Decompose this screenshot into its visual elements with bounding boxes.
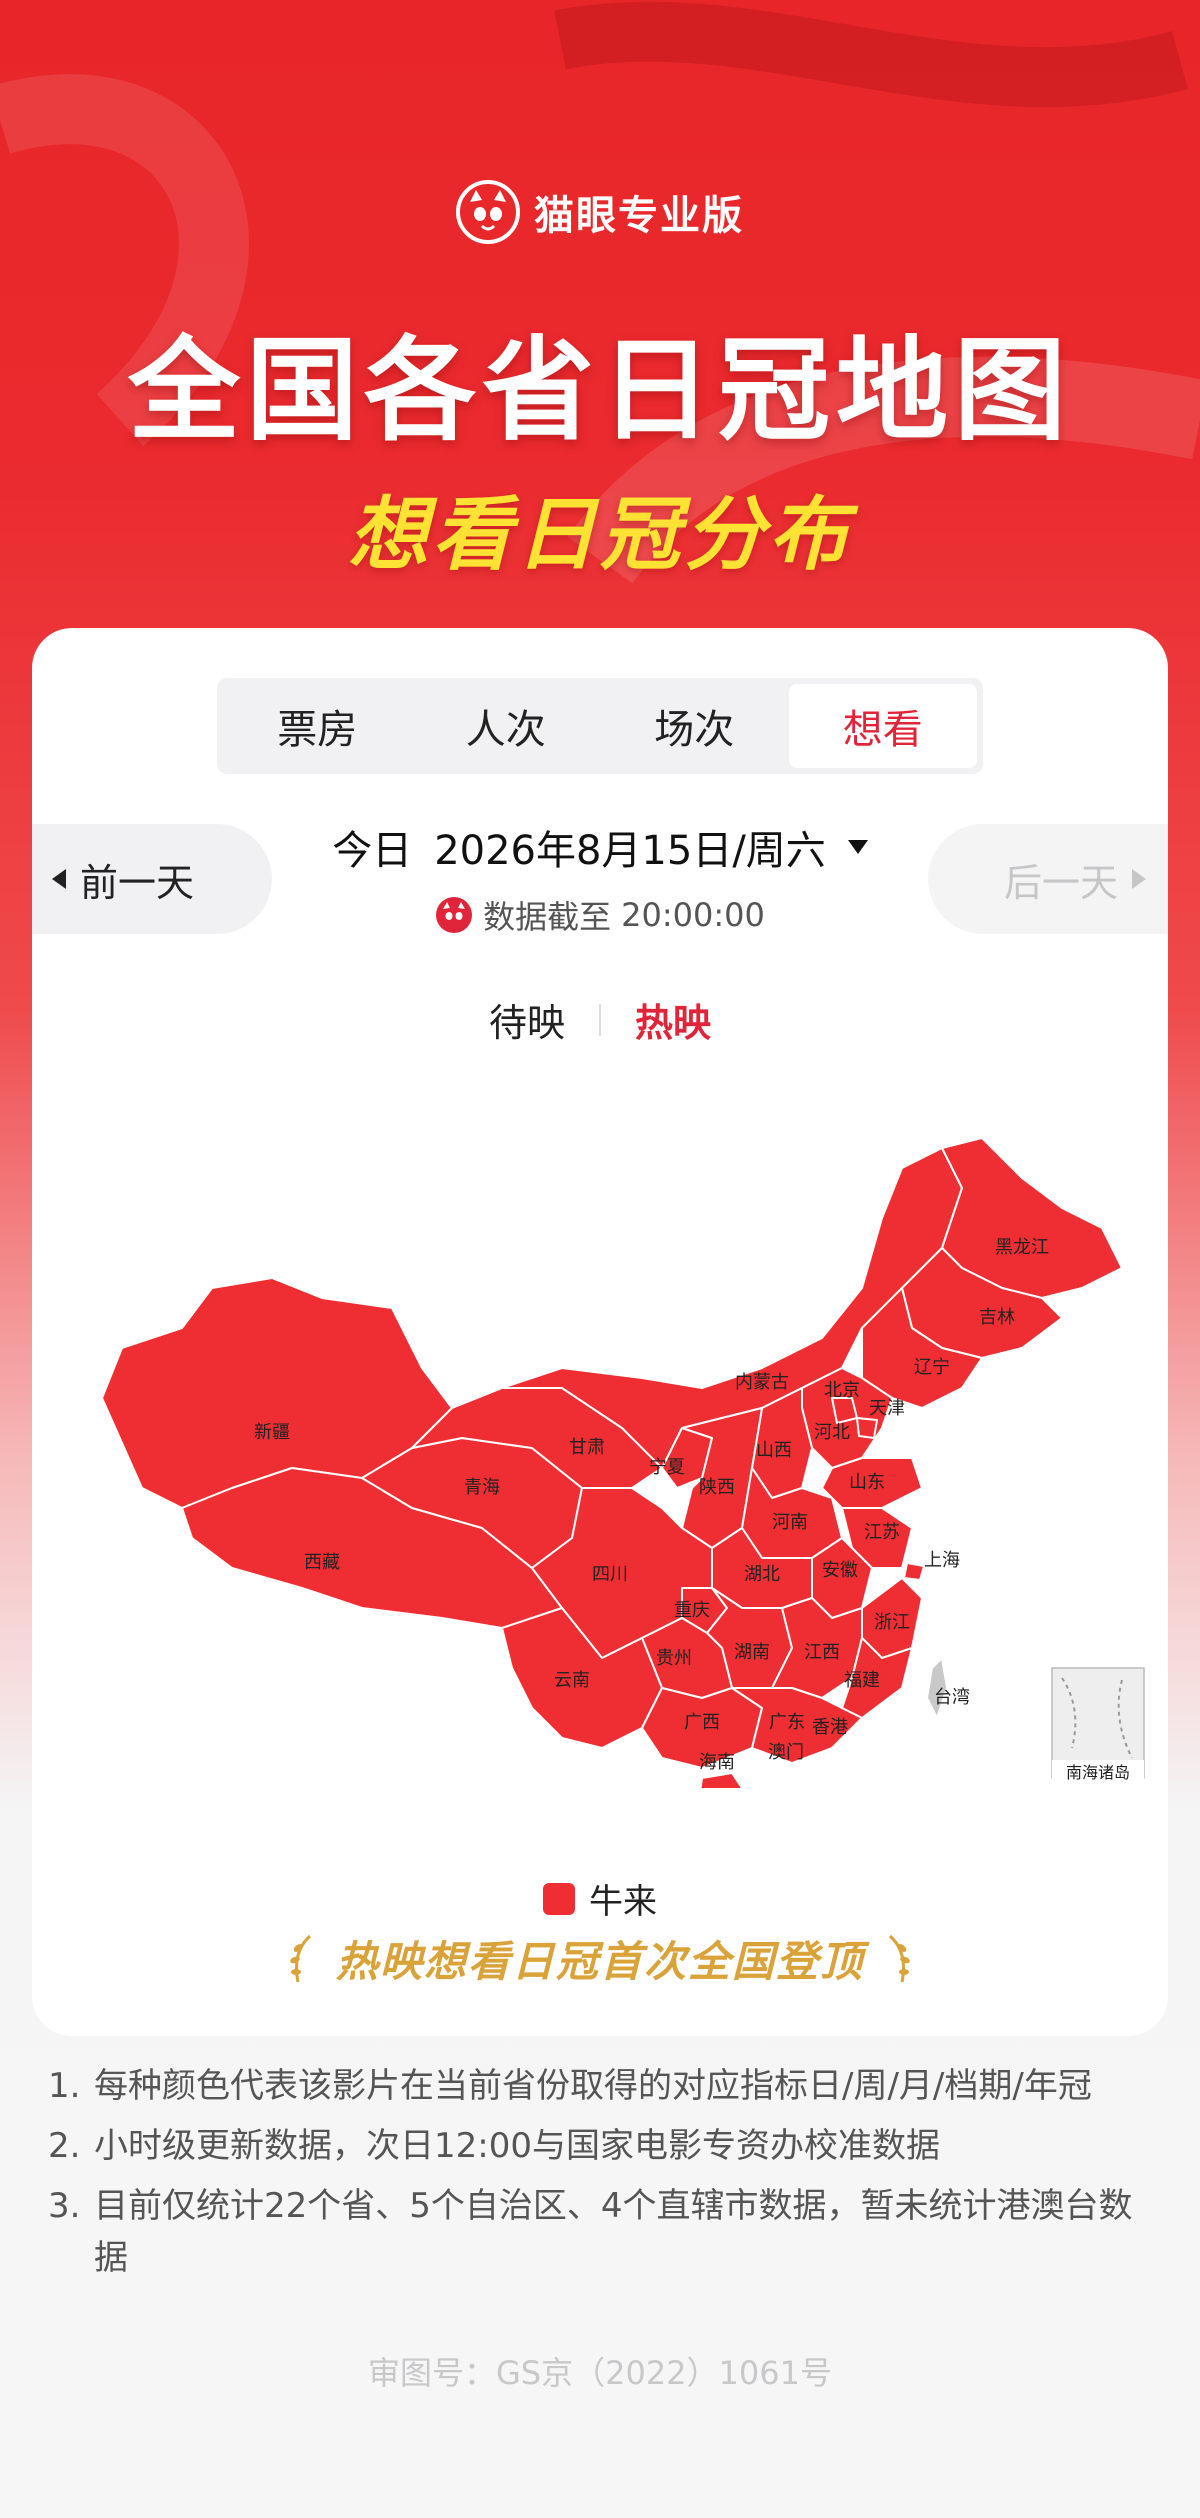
footnote-number: 2. xyxy=(48,2126,81,2166)
label-jiangxi: 江西 xyxy=(804,1642,840,1663)
label-henan: 河南 xyxy=(772,1512,808,1533)
label-taiwan: 台湾 xyxy=(934,1687,970,1708)
tab-want-to-see[interactable]: 想看 xyxy=(788,684,977,768)
label-guangdong: 广东 xyxy=(769,1712,805,1733)
legend-label: 牛来 xyxy=(589,1882,657,1922)
footnote-text: 目前仅统计22个省、5个自治区、4个直辖市数据，暂未统计港澳台数据 xyxy=(94,2186,1133,2278)
label-shandong: 山东 xyxy=(849,1472,885,1493)
inset-label: 南海诸岛 xyxy=(1066,1763,1130,1782)
tab-admissions[interactable]: 人次 xyxy=(412,684,601,768)
province-hainan xyxy=(699,1772,743,1788)
page-subtitle: 想看日冠分布 xyxy=(348,488,852,581)
label-beijing: 北京 xyxy=(824,1380,860,1401)
footnote-number: 1. xyxy=(48,2066,81,2106)
label-guangxi: 广西 xyxy=(684,1712,720,1733)
date-picker[interactable]: 今日 2026年8月15日/周六 xyxy=(32,818,1168,876)
laurel-right-icon xyxy=(888,1934,910,1982)
cat-eye-small-icon xyxy=(436,897,473,933)
footnote-item: 3. 目前仅统计22个省、5个自治区、4个直辖市数据，暂未统计港澳台数据 xyxy=(48,2180,1158,2284)
label-guizhou: 贵州 xyxy=(656,1648,692,1669)
footnotes: 1. 每种颜色代表该影片在当前省份取得的对应指标日/周/月/档期/年冠 2. 小… xyxy=(48,2060,1158,2292)
tab-box-office[interactable]: 票房 xyxy=(223,684,412,768)
footnote-item: 1. 每种颜色代表该影片在当前省份取得的对应指标日/周/月/档期/年冠 xyxy=(48,2060,1158,2112)
legend-swatch xyxy=(543,1882,575,1915)
label-hubei: 湖北 xyxy=(744,1564,780,1585)
label-heilongjiang: 黑龙江 xyxy=(995,1237,1049,1258)
footnote-text: 小时级更新数据，次日12:00与国家电影专资办校准数据 xyxy=(94,2126,940,2166)
province-tianjin xyxy=(856,1417,878,1439)
label-qinghai: 青海 xyxy=(464,1477,500,1498)
label-tianjin: 天津 xyxy=(869,1398,905,1419)
label-zhejiang: 浙江 xyxy=(874,1612,910,1633)
label-gansu: 甘肃 xyxy=(569,1437,605,1458)
label-yunnan: 云南 xyxy=(554,1670,590,1691)
label-hunan: 湖南 xyxy=(734,1642,770,1663)
label-hebei: 河北 xyxy=(814,1422,850,1443)
label-shaanxi: 陕西 xyxy=(699,1477,735,1498)
footnote-item: 2. 小时级更新数据，次日12:00与国家电影专资办校准数据 xyxy=(48,2120,1158,2172)
current-date: 2026年8月15日/周六 xyxy=(434,828,826,874)
map-review-number: 审图号：GS京（2022）1061号 xyxy=(368,2354,832,2392)
label-fujian: 福建 xyxy=(844,1670,880,1691)
map-legend: 牛来 xyxy=(32,1874,1168,1923)
cat-eye-logo-icon xyxy=(456,180,520,244)
tab-screenings[interactable]: 场次 xyxy=(600,684,789,768)
label-jilin: 吉林 xyxy=(979,1307,1015,1328)
page-title: 全国各省日冠地图 xyxy=(128,326,1072,456)
metric-tabs: 票房 人次 场次 想看 xyxy=(217,678,983,774)
brand-header: 猫眼专业版 xyxy=(0,180,1200,244)
cutoff-label: 数据截至 xyxy=(483,898,612,936)
caret-down-icon xyxy=(847,840,868,854)
label-shanxi: 山西 xyxy=(756,1440,792,1461)
map-card: 票房 人次 场次 想看 前一天 后一天 今日 2026年8月15日/周六 数据截… xyxy=(32,628,1168,2036)
brand-name: 猫眼专业版 xyxy=(534,193,744,239)
achievement-text: 热映想看日冠首次全国登顶 xyxy=(335,1937,864,1986)
label-liaoning: 辽宁 xyxy=(914,1357,950,1378)
achievement-banner: 热映想看日冠首次全国登顶 xyxy=(32,1928,1168,1989)
label-inner-mongolia: 内蒙古 xyxy=(735,1372,789,1393)
label-macau: 澳门 xyxy=(768,1742,804,1763)
label-shanghai: 上海 xyxy=(924,1550,960,1571)
south-china-sea-inset: 南海诸岛 xyxy=(1051,1667,1145,1782)
label-chongqing: 重庆 xyxy=(674,1600,710,1621)
cutoff-time: 20:00:00 xyxy=(621,896,765,934)
label-hongkong: 香港 xyxy=(812,1717,848,1738)
province-shanghai xyxy=(903,1562,925,1581)
laurel-left-icon xyxy=(290,1934,312,1982)
label-tibet: 西藏 xyxy=(304,1552,340,1573)
data-cutoff: 数据截至 20:00:00 xyxy=(32,892,1168,938)
label-anhui: 安徽 xyxy=(822,1560,858,1581)
china-province-map: 新疆 西藏 青海 甘肃 宁夏 内蒙古 黑龙江 吉林 辽宁 北京 天津 河北 山西… xyxy=(101,1137,1145,1788)
footnote-number: 3. xyxy=(48,2186,81,2226)
label-hainan: 海南 xyxy=(699,1752,735,1773)
today-label: 今日 xyxy=(332,828,413,874)
label-jiangsu: 江苏 xyxy=(864,1522,900,1543)
province-beijing xyxy=(831,1397,858,1424)
footnote-text: 每种颜色代表该影片在当前省份取得的对应指标日/周/月/档期/年冠 xyxy=(94,2066,1092,2106)
label-xinjiang: 新疆 xyxy=(254,1422,290,1443)
label-sichuan: 四川 xyxy=(592,1564,628,1585)
label-ningxia: 宁夏 xyxy=(649,1457,685,1478)
